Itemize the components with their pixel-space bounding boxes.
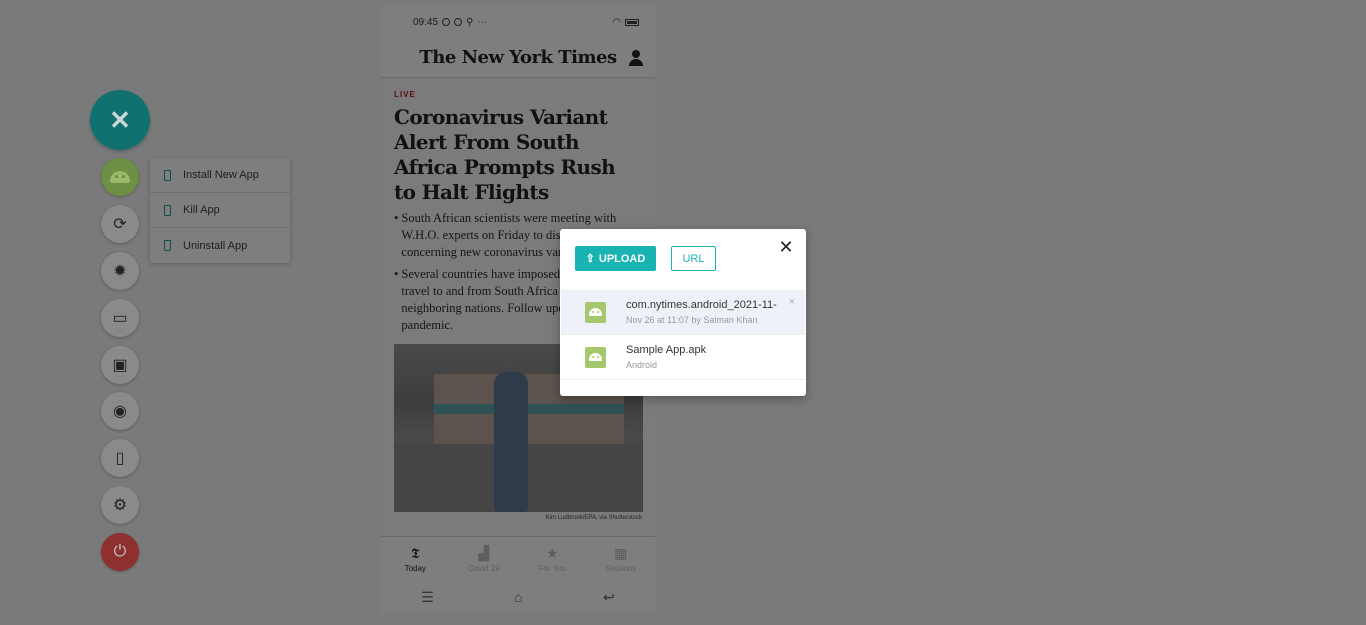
grid-icon: ▦ <box>614 545 628 561</box>
android-apk-icon <box>585 301 606 323</box>
app-meta: Nov 26 at 11:07 by Salman Khan <box>626 315 758 325</box>
tab-label: For You <box>538 564 567 573</box>
android-apk-icon <box>585 346 606 368</box>
android-icon <box>110 171 130 183</box>
tab-label: Today <box>404 564 426 573</box>
masthead-logo: The New York Times <box>419 47 617 68</box>
sim-icon: ▯ <box>115 450 125 467</box>
bottom-tab-bar: 𝕿 Today ▟ Covid 19 ★ For You ▦ Sections <box>381 536 655 582</box>
tab-label: Sections <box>605 564 637 573</box>
location-icon: ◉ <box>113 403 127 420</box>
menu-icon[interactable]: ☰ <box>421 589 434 606</box>
sync-button[interactable]: ⟳ <box>101 205 139 243</box>
status-bar: 09:45 ⚲ ⋯ ◠ <box>381 6 655 38</box>
upload-icon: ⇪ <box>585 253 595 265</box>
status-alarm-icon <box>454 18 463 26</box>
tab-for-you[interactable]: ★ For You <box>518 537 587 582</box>
menu-label: Kill App <box>183 204 220 216</box>
status-usb-icon: ⚲ <box>466 16 474 28</box>
power-icon: ⏻ <box>113 543 127 560</box>
app-meta: Android <box>626 360 658 370</box>
menu-kill-app[interactable]: Kill App <box>150 193 290 228</box>
home-icon[interactable]: ⌂ <box>514 589 522 605</box>
profile-icon[interactable] <box>629 50 643 66</box>
tab-covid[interactable]: ▟ Covid 19 <box>450 537 519 582</box>
phone-kill-icon <box>164 204 171 216</box>
sync-icon: ⟳ <box>113 216 127 233</box>
chart-icon: ▟ <box>478 545 490 561</box>
app-list-item[interactable]: Sample App.apk Android <box>561 335 805 380</box>
remove-app-icon[interactable]: × <box>789 296 795 308</box>
app-name: com.nytimes.android_2021-11- <box>626 299 777 311</box>
photo-credit: Kim Ludbrook/EPA, via Shutterstock <box>545 515 642 521</box>
close-icon: ✕ <box>109 104 131 135</box>
menu-install-new-app[interactable]: Install New App <box>150 158 290 193</box>
tab-label: Covid 19 <box>467 564 500 573</box>
tab-sections[interactable]: ▦ Sections <box>587 537 656 582</box>
battery-icon <box>625 18 639 26</box>
wifi-icon: ◠ <box>612 16 621 28</box>
upload-label: UPLOAD <box>598 252 646 265</box>
dialog-close-icon[interactable]: ✕ <box>776 237 796 257</box>
debug-button[interactable]: ✹ <box>101 252 139 290</box>
close-fab-button[interactable]: ✕ <box>90 90 150 150</box>
status-time: 09:45 <box>413 16 439 28</box>
url-button[interactable]: URL <box>671 246 716 271</box>
power-button[interactable]: ⏻ <box>101 533 139 571</box>
menu-label: Uninstall App <box>183 239 248 252</box>
live-tag: LIVE <box>394 90 416 99</box>
nyt-t-icon: 𝕿 <box>410 545 420 561</box>
record-video-button[interactable]: ▭ <box>101 299 139 337</box>
back-icon[interactable]: ↩ <box>603 589 615 606</box>
close-icon: ✕ <box>778 236 794 257</box>
status-check-icon <box>442 18 451 26</box>
article-headline[interactable]: Coronavirus Variant Alert From South Afr… <box>394 105 642 205</box>
gallery-icon: ▣ <box>112 357 128 374</box>
app-header: The New York Times <box>381 38 655 78</box>
trash-icon <box>164 240 171 251</box>
install-app-dialog: ⇪ UPLOAD URL ✕ com.nytimes.android_2021-1… <box>560 229 806 396</box>
uploaded-app-list: com.nytimes.android_2021-11- Nov 26 at 1… <box>561 290 805 380</box>
sim-button[interactable]: ▯ <box>101 439 139 477</box>
android-nav-bar: ☰ ⌂ ↩ <box>381 582 655 612</box>
phone-install-icon <box>164 169 171 181</box>
url-label: URL <box>682 252 705 265</box>
star-icon: ★ <box>545 545 559 561</box>
app-list-item[interactable]: com.nytimes.android_2021-11- Nov 26 at 1… <box>561 290 805 335</box>
app-menu: Install New App Kill App Uninstall App <box>150 158 290 263</box>
status-more-icon: ⋯ <box>477 16 488 28</box>
menu-uninstall-app[interactable]: Uninstall App <box>150 228 290 263</box>
gear-icon: ⚙ <box>112 497 128 514</box>
upload-button[interactable]: ⇪ UPLOAD <box>575 246 656 271</box>
settings-button[interactable]: ⚙ <box>101 486 139 524</box>
location-button[interactable]: ◉ <box>101 392 139 430</box>
tab-today[interactable]: 𝕿 Today <box>381 537 450 582</box>
menu-label: Install New App <box>183 169 259 181</box>
app-name: Sample App.apk <box>626 344 707 356</box>
gallery-button[interactable]: ▣ <box>101 346 139 384</box>
bug-icon: ✹ <box>113 263 127 280</box>
android-app-button[interactable] <box>101 158 139 196</box>
video-icon: ▭ <box>112 310 128 327</box>
